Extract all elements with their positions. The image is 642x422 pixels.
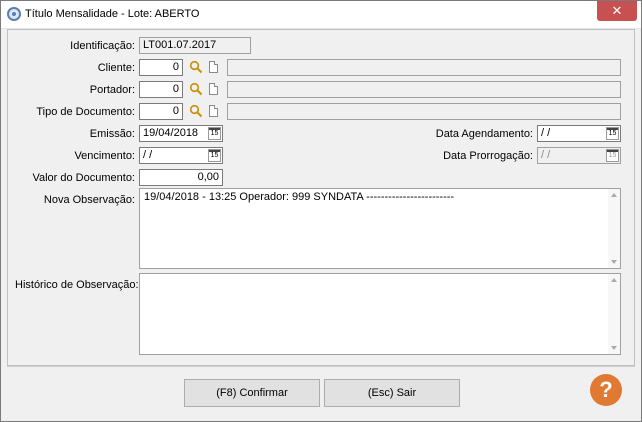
emissao-date-input[interactable]: 19/04/2018 15: [139, 125, 223, 142]
data-agendamento-label: Data Agendamento:: [435, 128, 533, 140]
confirm-button[interactable]: (F8) Confirmar: [184, 379, 320, 407]
search-icon[interactable]: [189, 82, 203, 96]
emissao-date-value: 19/04/2018: [143, 127, 199, 139]
data-prorrogacao-value: / /: [541, 149, 551, 161]
valor-documento-input[interactable]: 0,00: [139, 169, 223, 186]
nova-observacao-textarea[interactable]: 19/04/2018 - 13:25 Operador: 999 SYNDATA…: [139, 188, 621, 269]
portador-description-field: [227, 81, 621, 98]
cliente-code-input[interactable]: 0: [139, 59, 183, 76]
search-icon[interactable]: [189, 104, 203, 118]
identificacao-label: Identificação:: [70, 40, 135, 52]
data-agendamento-input[interactable]: / / 15: [537, 125, 621, 142]
nova-observacao-text: 19/04/2018 - 13:25 Operador: 999 SYNDATA…: [144, 191, 455, 203]
tipo-documento-label: Tipo de Documento:: [36, 106, 135, 118]
emissao-label: Emissão:: [89, 128, 135, 140]
new-document-icon[interactable]: [209, 61, 218, 73]
dialog-window: Título Mensalidade - Lote: ABERTO ✕ Iden…: [0, 0, 642, 422]
search-icon[interactable]: [189, 60, 203, 74]
calendar-icon[interactable]: 15: [208, 127, 221, 140]
nova-observacao-label: Nova Observação:: [43, 194, 135, 206]
historico-observacao-textarea[interactable]: [139, 273, 621, 355]
window-title: Título Mensalidade - Lote: ABERTO: [25, 8, 200, 20]
cliente-description-field: [227, 59, 621, 76]
historico-observacao-scrollbar[interactable]: [608, 274, 620, 354]
portador-label: Portador:: [89, 84, 135, 96]
vencimento-date-input[interactable]: / / 15: [139, 147, 223, 164]
cliente-label: Cliente:: [97, 62, 135, 74]
help-icon[interactable]: ?: [590, 374, 622, 406]
data-prorrogacao-input: / / 15: [537, 147, 621, 164]
calendar-icon: 15: [606, 149, 619, 162]
historico-observacao-label: Histórico de Observação:: [15, 279, 139, 291]
identificacao-field: LT001.07.2017: [139, 37, 251, 54]
close-button[interactable]: ✕: [597, 1, 637, 21]
exit-button[interactable]: (Esc) Sair: [324, 379, 460, 407]
calendar-icon[interactable]: 15: [208, 149, 221, 162]
tipo-documento-description-field: [227, 103, 621, 120]
portador-code-input[interactable]: 0: [139, 81, 183, 98]
new-document-icon[interactable]: [209, 105, 218, 117]
vencimento-label: Vencimento:: [74, 150, 135, 162]
data-agendamento-value: / /: [541, 127, 551, 139]
footer-divider: [7, 366, 635, 367]
app-icon: [7, 7, 21, 21]
title-bar: Título Mensalidade - Lote: ABERTO ✕: [1, 1, 641, 29]
nova-observacao-scrollbar[interactable]: [608, 189, 620, 268]
valor-documento-label: Valor do Documento:: [32, 172, 135, 184]
tipo-documento-code-input[interactable]: 0: [139, 103, 183, 120]
data-prorrogacao-label: Data Prorrogação:: [443, 150, 533, 162]
vencimento-date-value: / /: [143, 149, 153, 161]
new-document-icon[interactable]: [209, 83, 218, 95]
calendar-icon[interactable]: 15: [606, 127, 619, 140]
